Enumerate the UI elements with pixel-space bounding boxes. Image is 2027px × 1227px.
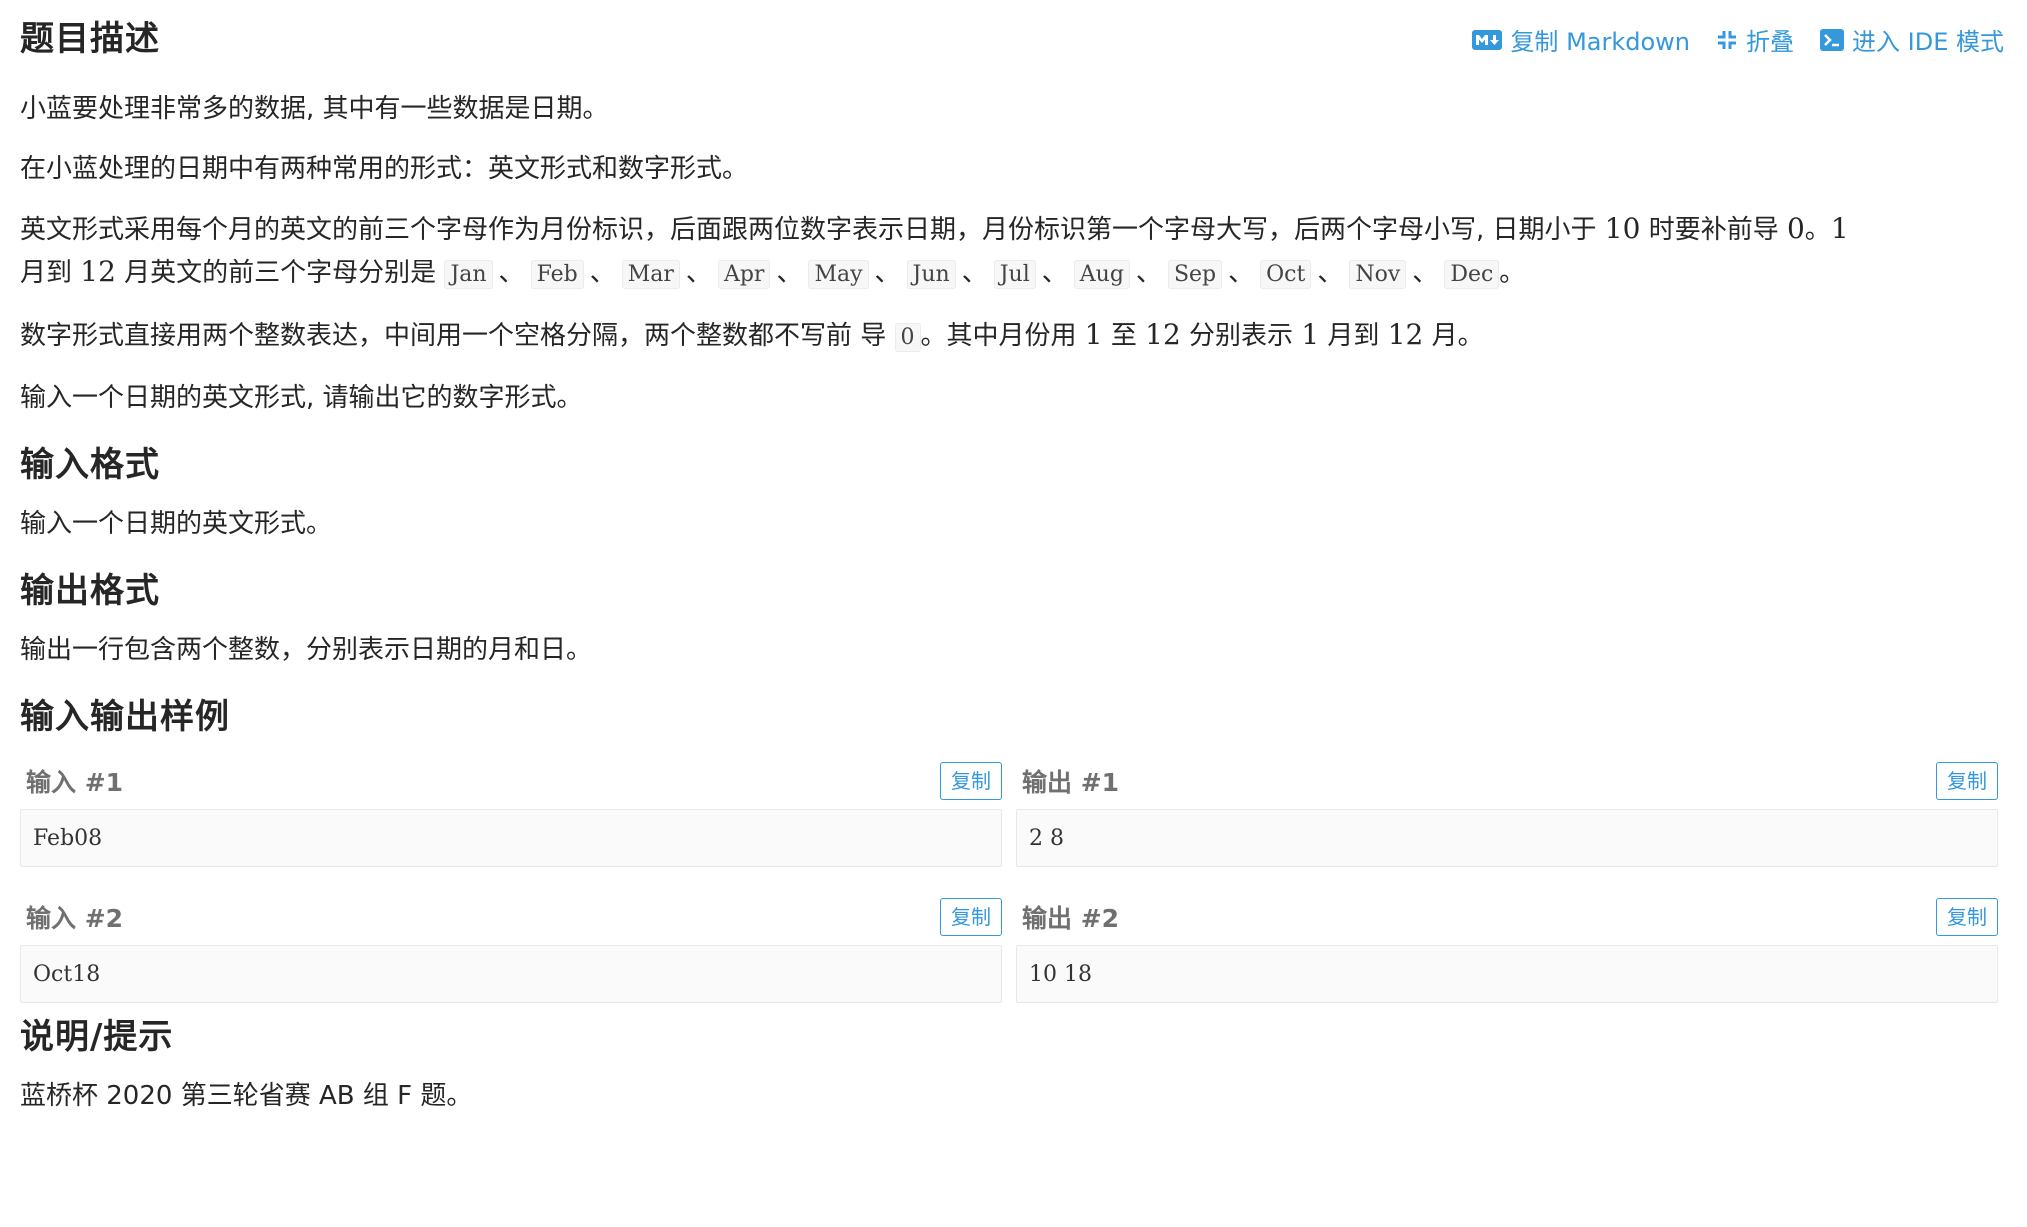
month-code-oct: Oct [1260,260,1312,289]
fold-label: 折叠 [1746,28,1795,56]
month-code-sep: Sep [1167,260,1223,289]
copy-input-2-button[interactable]: 复制 [940,898,1002,936]
month-code-nov: Nov [1349,260,1407,289]
copy-markdown-label: 复制 Markdown [1510,28,1691,56]
sample-row-2: 输入 #2 复制 Oct18 输出 #2 复制 10 18 [20,897,2010,1003]
month-separator: 、 [1228,258,1255,288]
copy-input-1-button[interactable]: 复制 [940,762,1002,800]
month-code-jan: Jan [444,260,493,289]
month-separator: 、 [685,258,712,288]
description-paragraph-3: 英文形式采用每个月的英文的前三个字母作为月份标识，后面跟两位数字表示日期，月份标… [20,212,1849,289]
input-format-title: 输入格式 [20,445,160,485]
hint-title: 说明/提示 [20,1017,174,1057]
month-separator: 、 [498,258,525,288]
sample-output-label: 输出 #1 [1022,768,1120,797]
description-paragraph-2: 在小蓝处理的日期中有两种常用的形式：英文形式和数字形式。 [20,154,749,184]
description-paragraph-1: 小蓝要处理非常多的数据, 其中有一些数据是日期。 [20,94,609,124]
fold-button[interactable]: 折叠 [1716,22,1794,57]
problem-toolbar: 复制 Markdown 折叠 进入 IDE 模式 [1472,22,2004,57]
sample-row-1: 输入 #1 复制 Feb08 输出 #1 复制 2 8 [20,761,2010,867]
month-code-apr: Apr [717,260,771,289]
month-code-mar: Mar [621,260,680,289]
input-format-text: 输入一个日期的英文形式。 [20,509,333,539]
ide-mode-label: 进入 IDE 模式 [1852,28,2004,56]
sample-output-2: 输出 #2 复制 10 18 [1016,897,1998,1003]
output-format-text: 输出一行包含两个整数，分别表示日期的月和日。 [20,635,593,665]
hint-text: 蓝桥杯 2020 第三轮省赛 AB 组 F 题。 [20,1081,473,1111]
sample-output-box[interactable]: 10 18 [1016,945,1998,1003]
inline-code: 0 [894,323,921,352]
sample-input-label: 输入 #2 [26,904,124,933]
month-separator: 、 [1412,258,1439,288]
markdown-icon [1472,29,1503,50]
month-separator: 、 [874,258,901,288]
month-code-may: May [808,260,869,289]
sample-output-label: 输出 #2 [1022,904,1120,933]
ide-mode-button[interactable]: 进入 IDE 模式 [1820,22,2004,57]
month-code-aug: Aug [1073,260,1130,289]
sample-output-box[interactable]: 2 8 [1016,809,1998,867]
month-code-jul: Jul [993,260,1036,289]
month-separator: 、 [1041,258,1068,288]
month-separator: 、 [589,258,616,288]
description-header: 题目描述 复制 Markdown 折叠 进入 IDE 模式 [20,14,2010,70]
sample-input-2: 输入 #2 复制 Oct18 [20,897,1002,1003]
month-separator: 、 [776,258,803,288]
samples-container: 输入 #1 复制 Feb08 输出 #1 复制 2 8 输入 #2 复制 Oct… [20,761,2010,1003]
month-separator: 、 [961,258,988,288]
terminal-icon [1820,28,1845,51]
compress-icon [1716,29,1738,51]
problem-page: 题目描述 复制 Markdown 折叠 进入 IDE 模式 小蓝要处理非常多的数… [20,14,2010,1117]
month-separator: 、 [1317,258,1344,288]
month-abbreviation-list: Jan、 Feb、 Mar、 Apr、 May、 Jun、 Jul、 Aug、 Sep、 Oct、… [444,258,1500,289]
sample-input-box[interactable]: Oct18 [20,945,1002,1003]
copy-output-1-button[interactable]: 复制 [1936,762,1998,800]
description-paragraph-5: 输入一个日期的英文形式, 请输出它的数字形式。 [20,383,583,413]
sample-output-1: 输出 #1 复制 2 8 [1016,761,1998,867]
output-format-title: 输出格式 [20,571,160,611]
month-separator: 、 [1135,258,1162,288]
copy-markdown-button[interactable]: 复制 Markdown [1472,22,1690,57]
description-paragraph-4: 数字形式直接用两个整数表达，中间用一个空格分隔，两个整数都不写前 导 0 。其中月… [20,318,1484,352]
sample-input-box[interactable]: Feb08 [20,809,1002,867]
samples-title: 输入输出样例 [20,697,230,737]
copy-output-2-button[interactable]: 复制 [1936,898,1998,936]
sample-input-1: 输入 #1 复制 Feb08 [20,761,1002,867]
month-code-jun: Jun [906,260,956,289]
month-code-dec: Dec [1444,260,1500,289]
month-code-feb: Feb [530,260,584,289]
sample-input-label: 输入 #1 [26,768,124,797]
